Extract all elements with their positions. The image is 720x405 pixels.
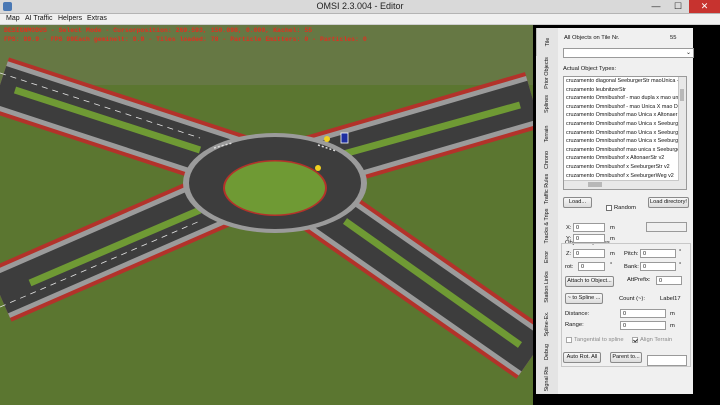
title-bar: OMSI 2.3.004 - Editor — ☐ ✕: [0, 0, 720, 14]
extra-field[interactable]: [646, 222, 687, 232]
tab-error[interactable]: Error: [536, 246, 558, 268]
rot-label: rot:: [565, 264, 574, 270]
tangential-label: Tangential to spline: [574, 337, 624, 343]
distance-label: Distance:: [565, 311, 590, 317]
menu-ai-traffic[interactable]: AI Traffic: [25, 14, 53, 24]
bank-input[interactable]: 0: [640, 262, 676, 271]
menu-map[interactable]: Map: [6, 14, 20, 24]
x-label: X:: [566, 225, 572, 231]
tab-prior-objects[interactable]: Prior Objects: [536, 56, 558, 89]
list-item[interactable]: cruzamento Omnibushof mao Unica x Seebur…: [564, 137, 686, 146]
vertical-scrollbar[interactable]: [678, 77, 686, 181]
list-item[interactable]: cruzamento Omnibushof mao unica x Seebur…: [564, 146, 686, 155]
pitch-label: Pitch:: [624, 251, 639, 257]
parent-to-button[interactable]: Parent to...: [610, 352, 642, 363]
attprefix-label: AttPrefix:: [627, 277, 651, 283]
x-unit: m: [610, 225, 615, 231]
tab-terrain[interactable]: Terrain: [536, 119, 558, 149]
menu-bar: Map AI Traffic Helpers Extras: [0, 14, 720, 25]
auto-rot-all-button[interactable]: Auto Rot. All: [563, 352, 601, 363]
menu-extras[interactable]: Extras: [87, 14, 107, 24]
object-list-dropdown[interactable]: ⌄: [563, 48, 694, 58]
menu-helpers[interactable]: Helpers: [58, 14, 82, 24]
debug-overlay-fps: FPS: 99.9 - FPS 99Each geminelt: 9.9 - T…: [4, 36, 367, 43]
distance-input[interactable]: 0: [620, 309, 666, 318]
tab-tile[interactable]: Tile: [536, 28, 559, 56]
x-input[interactable]: 0: [573, 223, 605, 232]
z-label: Z:: [566, 251, 572, 257]
bank-unit: °: [679, 262, 682, 268]
minimize-button[interactable]: —: [645, 0, 667, 13]
z-input[interactable]: 0: [573, 249, 605, 258]
rot-input[interactable]: 0: [578, 262, 605, 271]
random-label: Random: [614, 205, 636, 211]
tile-number: 55: [670, 35, 677, 41]
tab-chrono[interactable]: Chrono: [536, 149, 558, 171]
list-item[interactable]: cruzamento Omnibushof x AltonaerStr v2: [564, 154, 686, 163]
all-objects-label: All Objects on Tile Nr.: [564, 35, 620, 41]
maximize-button[interactable]: ☐: [667, 0, 689, 13]
rot-unit: °: [610, 262, 613, 268]
list-item[interactable]: cruzamento Omnibushof x SeeburgerWeg v2: [564, 172, 686, 181]
object-types-list[interactable]: cruzamento diagonal SeeburgerStr maoUnic…: [563, 76, 687, 190]
actual-object-types-label: Actual Object Types:: [563, 66, 617, 72]
tab-traffic-rules[interactable]: Traffic Rules: [536, 171, 558, 206]
chevron-down-icon: ⌄: [685, 50, 691, 56]
tangential-checkbox[interactable]: [566, 337, 572, 343]
scrollbar-thumb[interactable]: [680, 89, 684, 101]
random-checkbox[interactable]: [606, 205, 612, 211]
bank-label: Bank:: [624, 264, 639, 270]
y-input[interactable]: 0: [573, 234, 605, 243]
vertical-tab-strip: Tile Prior Objects Splines Terrain Chron…: [536, 28, 559, 394]
align-terrain-label: Align Terrain: [640, 337, 673, 343]
attprefix-input[interactable]: 0: [656, 276, 682, 285]
y-label: Y:: [566, 236, 572, 242]
tab-signal-rts[interactable]: Signal Rts: [536, 363, 558, 394]
count-label: Count (~):: [619, 296, 645, 302]
pitch-input[interactable]: 0: [640, 249, 676, 258]
range-input[interactable]: 0: [620, 321, 666, 330]
range-label: Range:: [565, 322, 584, 328]
list-item[interactable]: cruzamento Omnibushof - mao dupla x mao …: [564, 94, 686, 103]
horizontal-scrollbar[interactable]: [564, 180, 686, 189]
window-title: OMSI 2.3.004 - Editor: [316, 1, 404, 11]
list-item[interactable]: cruzamento diagonal SeeburgerStr maoUnic…: [564, 77, 686, 86]
range-unit: m: [670, 323, 675, 329]
list-item[interactable]: cruzamento Omnibushof mao Unica x Seebur…: [564, 129, 686, 138]
list-item[interactable]: cruzamento Omnibushof - mao Unica X mao …: [564, 103, 686, 112]
tab-splines[interactable]: Splines: [536, 89, 558, 119]
tab-spline-ex[interactable]: Spline-Ex.: [536, 306, 558, 341]
list-item[interactable]: cruzamento Omnibushof x SeeburgerStr v2: [564, 163, 686, 172]
debug-overlay-status: DESIGNMODUS - Select Mode - Cursorpositi…: [4, 27, 313, 34]
tab-debug[interactable]: Debug: [536, 341, 558, 363]
tab-station-links[interactable]: Station Links: [536, 268, 558, 306]
list-item[interactable]: cruzamento Omnibushof mao Unica x Altona…: [564, 111, 686, 120]
load-directory-button[interactable]: Load directory!: [648, 197, 689, 208]
3d-viewport[interactable]: DESIGNMODUS - Select Mode - Cursorpositi…: [0, 25, 533, 405]
tab-tracks-trips[interactable]: Tracks & Trips: [536, 206, 558, 246]
scrollbar-thumb[interactable]: [588, 182, 602, 187]
pitch-unit: °: [679, 249, 682, 255]
attach-to-object-button[interactable]: Attach to Object...: [565, 276, 614, 287]
align-terrain-checkbox[interactable]: [632, 337, 638, 343]
list-item[interactable]: cruzamento leubnitzerStr: [564, 86, 686, 95]
parent-field[interactable]: [647, 355, 687, 366]
to-spline-button[interactable]: ~ to Spline ...: [565, 293, 603, 304]
load-button[interactable]: Load...: [563, 197, 592, 208]
y-unit: m: [610, 236, 615, 242]
label17: Label17: [660, 296, 681, 302]
distance-unit: m: [670, 311, 675, 317]
z-unit: m: [610, 251, 615, 257]
list-item[interactable]: cruzamento Omnibushof mao Unica x Seebur…: [564, 120, 686, 129]
close-button[interactable]: ✕: [689, 0, 720, 13]
